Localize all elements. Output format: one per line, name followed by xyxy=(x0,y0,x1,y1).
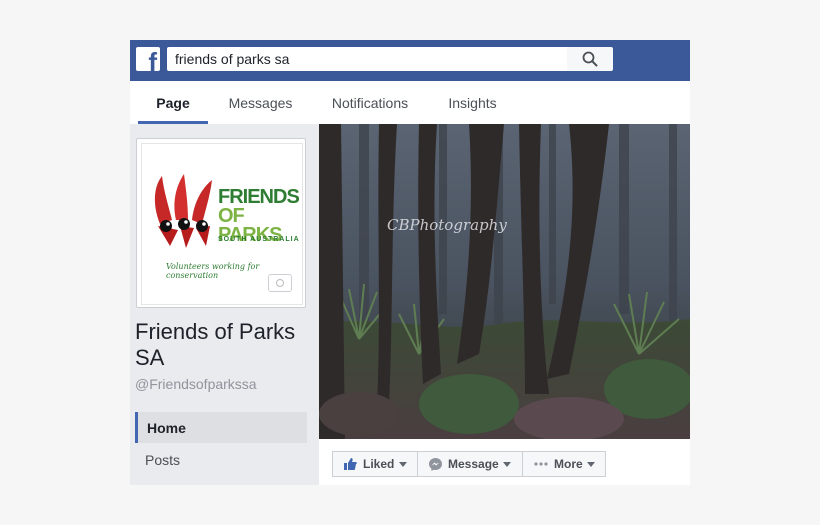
more-button[interactable]: More xyxy=(522,451,606,477)
search-icon xyxy=(582,51,598,67)
sidebar-item-home[interactable]: Home xyxy=(135,412,307,443)
camera-icon[interactable] xyxy=(268,274,292,292)
thumbs-up-icon xyxy=(344,458,357,470)
top-navigation-bar: f xyxy=(130,40,690,81)
page-handle[interactable]: @Friendsofparkssa xyxy=(135,376,257,392)
more-dots-icon xyxy=(534,462,548,466)
page-action-bar: Liked Message More xyxy=(319,439,690,485)
search-input[interactable] xyxy=(167,47,555,71)
friends-of-parks-logo: FRIENDS OF PARKS SOUTH AUSTRALIA Volunte… xyxy=(141,143,303,305)
messenger-icon xyxy=(429,458,442,471)
tab-messages[interactable]: Messages xyxy=(218,81,303,124)
tab-notifications[interactable]: Notifications xyxy=(320,81,420,124)
liked-button[interactable]: Liked xyxy=(332,451,418,477)
logo-subtitle: SOUTH AUSTRALIA xyxy=(218,236,300,243)
desert-pea-flower-icon xyxy=(154,174,212,248)
page-tabs: Page Messages Notifications Insights xyxy=(130,81,690,125)
facebook-logo-icon[interactable]: f xyxy=(136,47,160,71)
tab-page[interactable]: Page xyxy=(138,81,208,124)
forest-photo xyxy=(319,124,690,439)
page-title: Friends of Parks SA xyxy=(135,319,296,370)
search-button[interactable] xyxy=(567,47,613,71)
chevron-down-icon xyxy=(587,462,595,467)
cover-photo[interactable]: CBPhotography xyxy=(319,124,690,439)
photo-watermark: CBPhotography xyxy=(387,216,507,234)
chevron-down-icon xyxy=(503,462,511,467)
search-field[interactable] xyxy=(167,47,567,71)
chevron-down-icon xyxy=(399,462,407,467)
sidebar-item-posts[interactable]: Posts xyxy=(145,452,180,468)
facebook-page-frame: f Page Messages Notifications Insights xyxy=(130,40,690,485)
message-button[interactable]: Message xyxy=(417,451,523,477)
tab-insights[interactable]: Insights xyxy=(440,81,505,124)
profile-picture[interactable]: FRIENDS OF PARKS SOUTH AUSTRALIA Volunte… xyxy=(136,138,306,308)
sidebar-item-label: Home xyxy=(147,420,186,436)
left-column: FRIENDS OF PARKS SOUTH AUSTRALIA Volunte… xyxy=(130,124,318,485)
